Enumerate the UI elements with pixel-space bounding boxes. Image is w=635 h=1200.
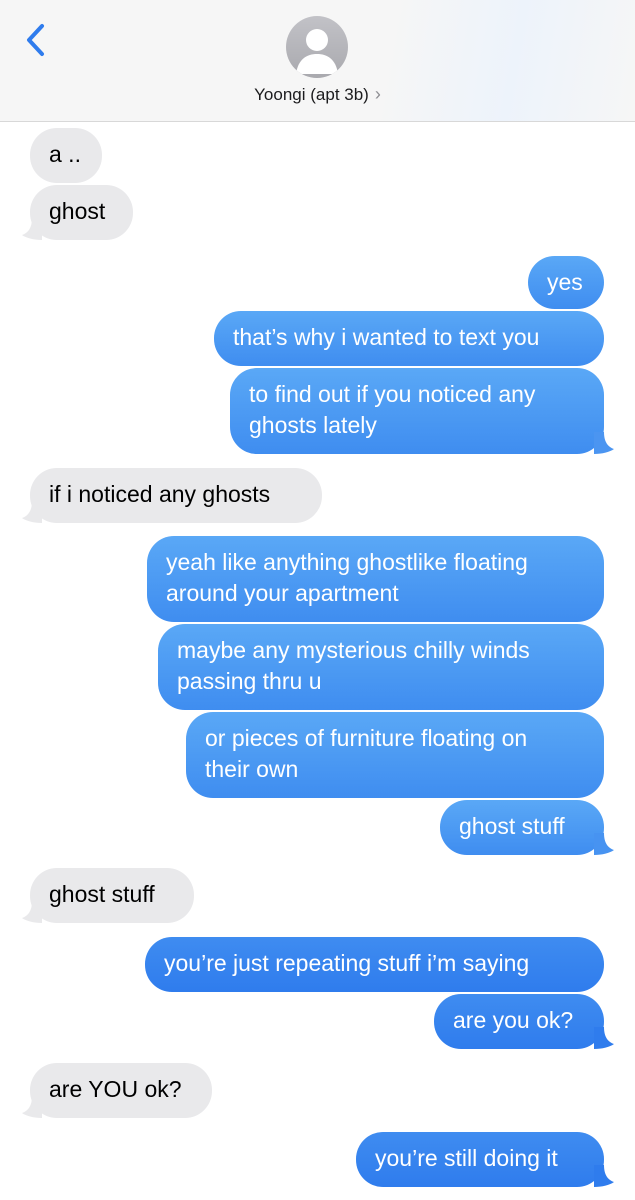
bubble-tail-outgoing [594,833,614,855]
avatar[interactable] [286,16,348,78]
message-bubble-outgoing[interactable]: you’re still doing it [356,1132,604,1187]
message-bubble-outgoing[interactable]: you’re just repeating stuff i’m saying [145,937,604,992]
bubble-tail-outgoing [594,432,614,454]
bubble-tail-incoming [22,901,42,923]
message-bubble-outgoing[interactable]: maybe any mysterious chilly winds passin… [158,624,604,710]
message-bubble-incoming[interactable]: ghost stuff [30,868,194,923]
bubble-tail-incoming [22,218,42,240]
back-chevron-icon[interactable] [18,18,54,62]
message-thread: a .. ghost yes that’s why i wanted to te… [0,122,635,1200]
message-bubble-outgoing[interactable]: that’s why i wanted to text you [214,311,604,366]
message-bubble-incoming[interactable]: ghost [30,185,133,240]
message-bubble-outgoing[interactable]: are you ok? [434,994,604,1049]
message-bubble-outgoing[interactable]: or pieces of furniture floating on their… [186,712,604,798]
bubble-tail-outgoing [594,1027,614,1049]
message-bubble-outgoing[interactable]: yes [528,256,604,309]
bubble-tail-outgoing [594,1165,614,1187]
message-bubble-incoming[interactable]: a .. [30,128,102,183]
message-bubble-incoming[interactable]: if i noticed any ghosts [30,468,322,523]
contact-name-button[interactable]: Yoongi (apt 3b) › [0,84,635,105]
chevron-right-icon: › [374,84,381,104]
message-bubble-outgoing[interactable]: yeah like anything ghostlike floating ar… [147,536,604,622]
bubble-tail-incoming [22,1096,42,1118]
person-silhouette-icon [296,29,338,74]
message-bubble-outgoing[interactable]: to find out if you noticed any ghosts la… [230,368,604,454]
contact-name: Yoongi (apt 3b) [254,85,369,104]
message-bubble-incoming[interactable]: are YOU ok? [30,1063,212,1118]
bubble-tail-incoming [22,501,42,523]
conversation-header: Yoongi (apt 3b) › [0,0,635,122]
message-bubble-outgoing[interactable]: ghost stuff [440,800,604,855]
